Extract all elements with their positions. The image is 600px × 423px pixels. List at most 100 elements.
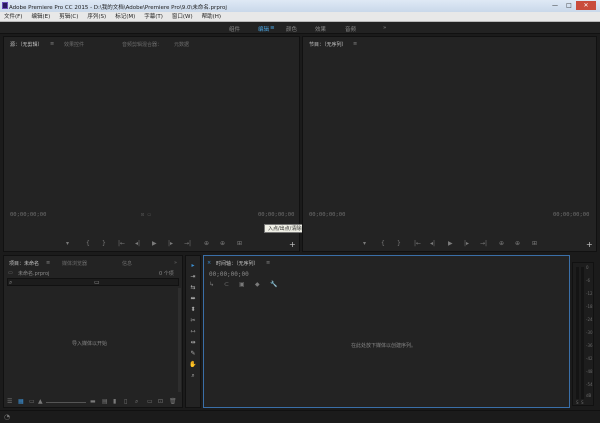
source-go-to-out-icon[interactable]: →| [184,240,191,247]
add-marker-icon[interactable]: ◆ [255,281,260,288]
slip-tool-icon[interactable]: ⇿ [188,328,198,336]
tab-timeline[interactable]: 时间轴：（无序列） [216,260,259,267]
tab-project[interactable]: 项目：未命名 [9,260,39,267]
find-icon[interactable]: ⌕ [135,398,138,406]
menu-marker[interactable]: 标记(M) [115,12,135,21]
workspace-menu-icon[interactable]: ≡ [270,25,275,31]
new-item-icon[interactable]: ⊡ [158,398,163,405]
close-button[interactable]: ✕ [576,1,596,10]
tab-source[interactable]: 源：（无剪辑） [10,41,43,48]
wrench-icon[interactable]: 🔧 [270,281,277,288]
source-playhead-timecode[interactable]: 00;00;00;00 [10,212,46,218]
menu-edit[interactable]: 编辑(E) [31,12,50,21]
timeline-timecode[interactable]: 00;00;00;00 [209,271,249,278]
source-insert-icon[interactable]: ⊕ [204,240,209,247]
project-search-input[interactable]: ⌕ ▭ [7,278,179,286]
workspace-tab-assembly[interactable]: 组件 [229,25,240,33]
tab-audio-clip-mixer[interactable]: 音频剪辑混合器： [122,41,162,48]
program-export-frame-icon[interactable]: ⊞ [532,240,537,247]
freeform-view-icon[interactable]: ▭ [29,398,35,405]
program-button-editor-icon[interactable]: + [586,240,593,249]
program-lift-icon[interactable]: ⊕ [499,240,504,247]
program-mark-in-icon[interactable]: { [381,240,385,247]
zoom-small-icon[interactable]: ▲ [38,398,43,405]
tab-info[interactable]: 信息 [122,260,132,267]
program-go-to-out-icon[interactable]: →| [480,240,487,247]
ripple-edit-tool-icon[interactable]: ⇆ [188,284,198,292]
project-menu-icon[interactable]: ≡ [46,260,50,266]
source-mark-in-icon[interactable]: { [86,240,90,247]
status-indicator-icon[interactable]: ◔ [4,413,10,421]
program-playhead-timecode[interactable]: 00;00;00;00 [309,212,345,218]
project-more-icon[interactable]: » [174,260,177,266]
meter-scale-label: -48 [586,369,593,374]
tab-metadata[interactable]: 元数据 [174,41,189,48]
tab-media-browser[interactable]: 媒体浏览器 [62,260,87,267]
list-view-icon[interactable]: ☰ [7,398,12,405]
source-overwrite-icon[interactable]: ⊕ [220,240,225,247]
track-select-tool-icon[interactable]: ⇥ [188,273,198,281]
program-extract-icon[interactable]: ⊕ [515,240,520,247]
project-file-icon: ▭ [8,270,13,276]
solo-left-button[interactable]: S [576,400,579,405]
menu-help[interactable]: 帮助(H) [202,12,221,21]
sort-icon[interactable]: ▤ [102,398,108,405]
icon-view-icon[interactable]: ▦ [18,398,24,405]
zoom-large-icon[interactable]: ▬ [90,398,96,405]
timeline-close-icon[interactable]: × [207,260,211,266]
minimize-button[interactable]: — [548,1,562,10]
workspace-tab-color[interactable]: 颜色 [286,25,297,33]
program-go-to-in-icon[interactable]: |← [414,240,421,247]
selection-tool-icon[interactable]: ▸ [188,262,198,270]
new-bin-bottom-icon[interactable]: ▭ [147,398,153,405]
source-step-forward-icon[interactable]: |▸ [168,240,173,247]
program-play-icon[interactable]: ▶ [448,240,453,247]
solo-right-button[interactable]: S [581,400,584,405]
menu-sequence[interactable]: 序列(S) [87,12,106,21]
tab-effect-controls[interactable]: 效果控件 [64,41,84,48]
project-scrollbar[interactable] [178,288,181,392]
clear-icon[interactable]: 🗑 [169,398,177,405]
snap-icon[interactable]: ↳ [209,281,214,288]
pen-tool-icon[interactable]: ✎ [188,350,198,358]
source-export-frame-icon[interactable]: ⊞ [237,240,242,247]
new-bin-icon[interactable]: ▭ [94,279,100,286]
tab-program[interactable]: 节目：（无序列） [309,41,347,48]
razor-tool-icon[interactable]: ✂ [188,317,198,325]
zoom-slider[interactable] [46,402,86,403]
workspace-tab-effects[interactable]: 效果 [315,25,326,33]
source-monitor-panel: 源：（无剪辑） ≡ 效果控件 音频剪辑混合器： 元数据 00;00;00;00 … [3,36,300,252]
source-go-to-in-icon[interactable]: |← [118,240,125,247]
program-step-forward-icon[interactable]: |▸ [464,240,469,247]
maximize-button[interactable]: □ [562,1,576,10]
source-menu-icon[interactable]: ≡ [50,41,54,47]
meter-scale-label: -36 [586,343,593,348]
zoom-tool-icon[interactable]: ⌕ [188,372,198,380]
nest-icon[interactable]: ▣ [239,281,245,288]
source-step-back-icon[interactable]: ◂| [135,240,140,247]
source-button-editor-icon[interactable]: + [289,240,296,249]
source-add-marker-icon[interactable]: ▾ [66,240,69,247]
find-icon-sep[interactable]: ▯ [124,398,127,405]
rolling-edit-tool-icon[interactable]: ⬌ [188,295,198,303]
linked-selection-icon[interactable]: ⊂ [224,281,229,288]
source-play-icon[interactable]: ▶ [152,240,157,247]
timeline-menu-icon[interactable]: ≡ [266,260,270,266]
workspace-more-icon[interactable]: » [383,25,386,31]
program-step-back-icon[interactable]: ◂| [430,240,435,247]
menu-file[interactable]: 文件(F) [4,12,22,21]
workspace-tab-audio[interactable]: 音频 [345,25,356,33]
program-mark-out-icon[interactable]: } [397,240,401,247]
source-mark-out-icon[interactable]: } [102,240,106,247]
automate-to-sequence-icon[interactable]: ▮ [113,398,116,405]
program-menu-icon[interactable]: ≡ [353,41,357,47]
menu-window[interactable]: 窗口(W) [172,12,193,21]
program-add-marker-icon[interactable]: ▾ [363,240,366,247]
menu-title[interactable]: 字幕(T) [144,12,163,21]
hand-tool-icon[interactable]: ✋ [188,361,198,369]
workspace-tab-editing[interactable]: 编辑 [258,25,269,33]
menu-clip[interactable]: 剪辑(C) [59,12,78,21]
slide-tool-icon[interactable]: ⇹ [188,339,198,347]
source-fit-icon[interactable]: ⊡ ▭ [141,212,151,218]
rate-stretch-tool-icon[interactable]: ⬍ [188,306,198,314]
